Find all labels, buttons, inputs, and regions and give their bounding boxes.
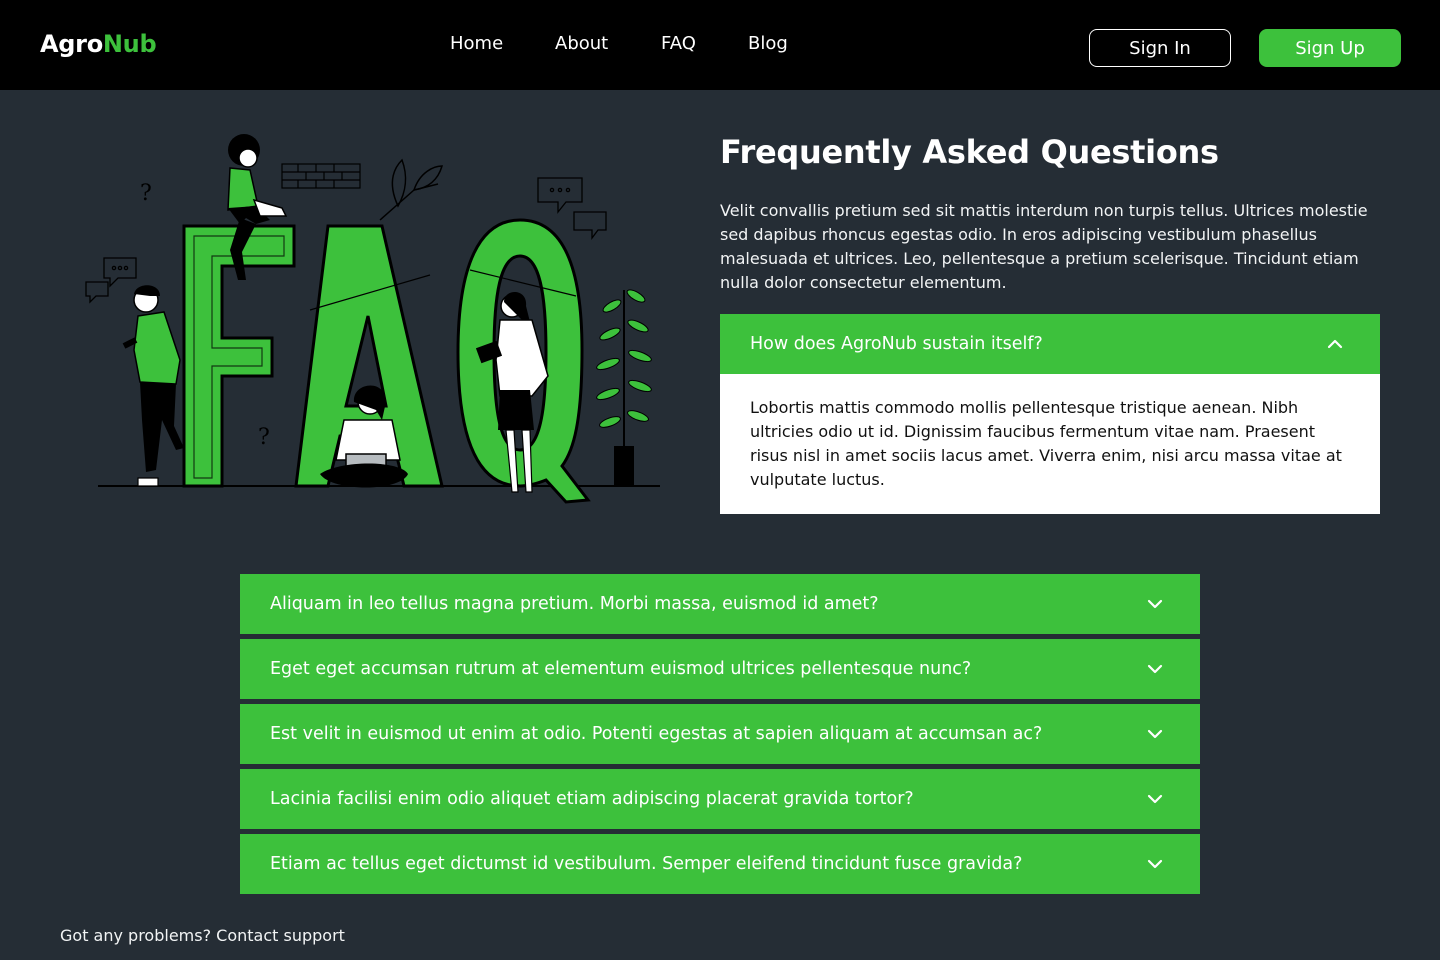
- person-standing-left: [122, 285, 184, 487]
- faq-question: Aliquam in leo tellus magna pretium. Mor…: [270, 594, 879, 614]
- question-mark-icon: ?: [258, 425, 270, 450]
- logo-text-agro: Agro: [40, 30, 103, 58]
- chevron-down-icon: [1147, 599, 1163, 609]
- question-mark-icon: ?: [140, 181, 152, 206]
- faq-question: Etiam ac tellus eget dictumst id vestibu…: [270, 854, 1023, 874]
- faq-question: Lacinia facilisi enim odio aliquet etiam…: [270, 789, 914, 809]
- nav-link-home[interactable]: Home: [450, 33, 503, 54]
- faq-item-open-header[interactable]: How does AgroNub sustain itself?: [720, 314, 1380, 374]
- faq-item[interactable]: Eget eget accumsan rutrum at elementum e…: [240, 639, 1200, 699]
- sign-up-label: Sign Up: [1295, 37, 1365, 59]
- top-navigation-bar: AgroNub Home About FAQ Blog Sign In Sign…: [0, 0, 1440, 90]
- faq-item-open-answer: Lobortis mattis commodo mollis pellentes…: [720, 374, 1380, 514]
- faq-item[interactable]: Etiam ac tellus eget dictumst id vestibu…: [240, 834, 1200, 894]
- brand-logo[interactable]: AgroNub: [40, 30, 157, 58]
- nav-link-blog[interactable]: Blog: [748, 33, 788, 54]
- chevron-up-icon: [1327, 339, 1343, 349]
- brick-wall: [281, 163, 361, 189]
- faq-item[interactable]: Aliquam in leo tellus magna pretium. Mor…: [240, 574, 1200, 634]
- chevron-down-icon: [1147, 859, 1163, 869]
- sign-in-button[interactable]: Sign In: [1089, 29, 1231, 67]
- support-link[interactable]: Got any problems? Contact support: [60, 926, 345, 945]
- faq-answer: Lobortis mattis commodo mollis pellentes…: [750, 398, 1342, 489]
- faq-illustration: ? ?: [85, 134, 660, 504]
- faq-item[interactable]: Lacinia facilisi enim odio aliquet etiam…: [240, 769, 1200, 829]
- leaf-branch: [379, 158, 443, 221]
- faq-question: Est velit in euismod ut enim at odio. Po…: [270, 724, 1043, 744]
- chevron-down-icon: [1147, 794, 1163, 804]
- chevron-down-icon: [1147, 729, 1163, 739]
- sign-up-button[interactable]: Sign Up: [1259, 29, 1401, 67]
- sign-in-label: Sign In: [1129, 37, 1191, 59]
- faq-question: How does AgroNub sustain itself?: [750, 334, 1043, 354]
- plant-pot: [614, 446, 634, 486]
- logo-text-nub: Nub: [102, 30, 157, 58]
- nav-link-faq[interactable]: FAQ: [661, 33, 696, 54]
- faq-intro-text: Velit convallis pretium sed sit mattis i…: [720, 201, 1368, 292]
- nav-link-about[interactable]: About: [555, 33, 608, 54]
- faq-item[interactable]: Est velit in euismod ut enim at odio. Po…: [240, 704, 1200, 764]
- chevron-down-icon: [1147, 664, 1163, 674]
- faq-question: Eget eget accumsan rutrum at elementum e…: [270, 659, 972, 679]
- page-title: Frequently Asked Questions: [720, 133, 1219, 171]
